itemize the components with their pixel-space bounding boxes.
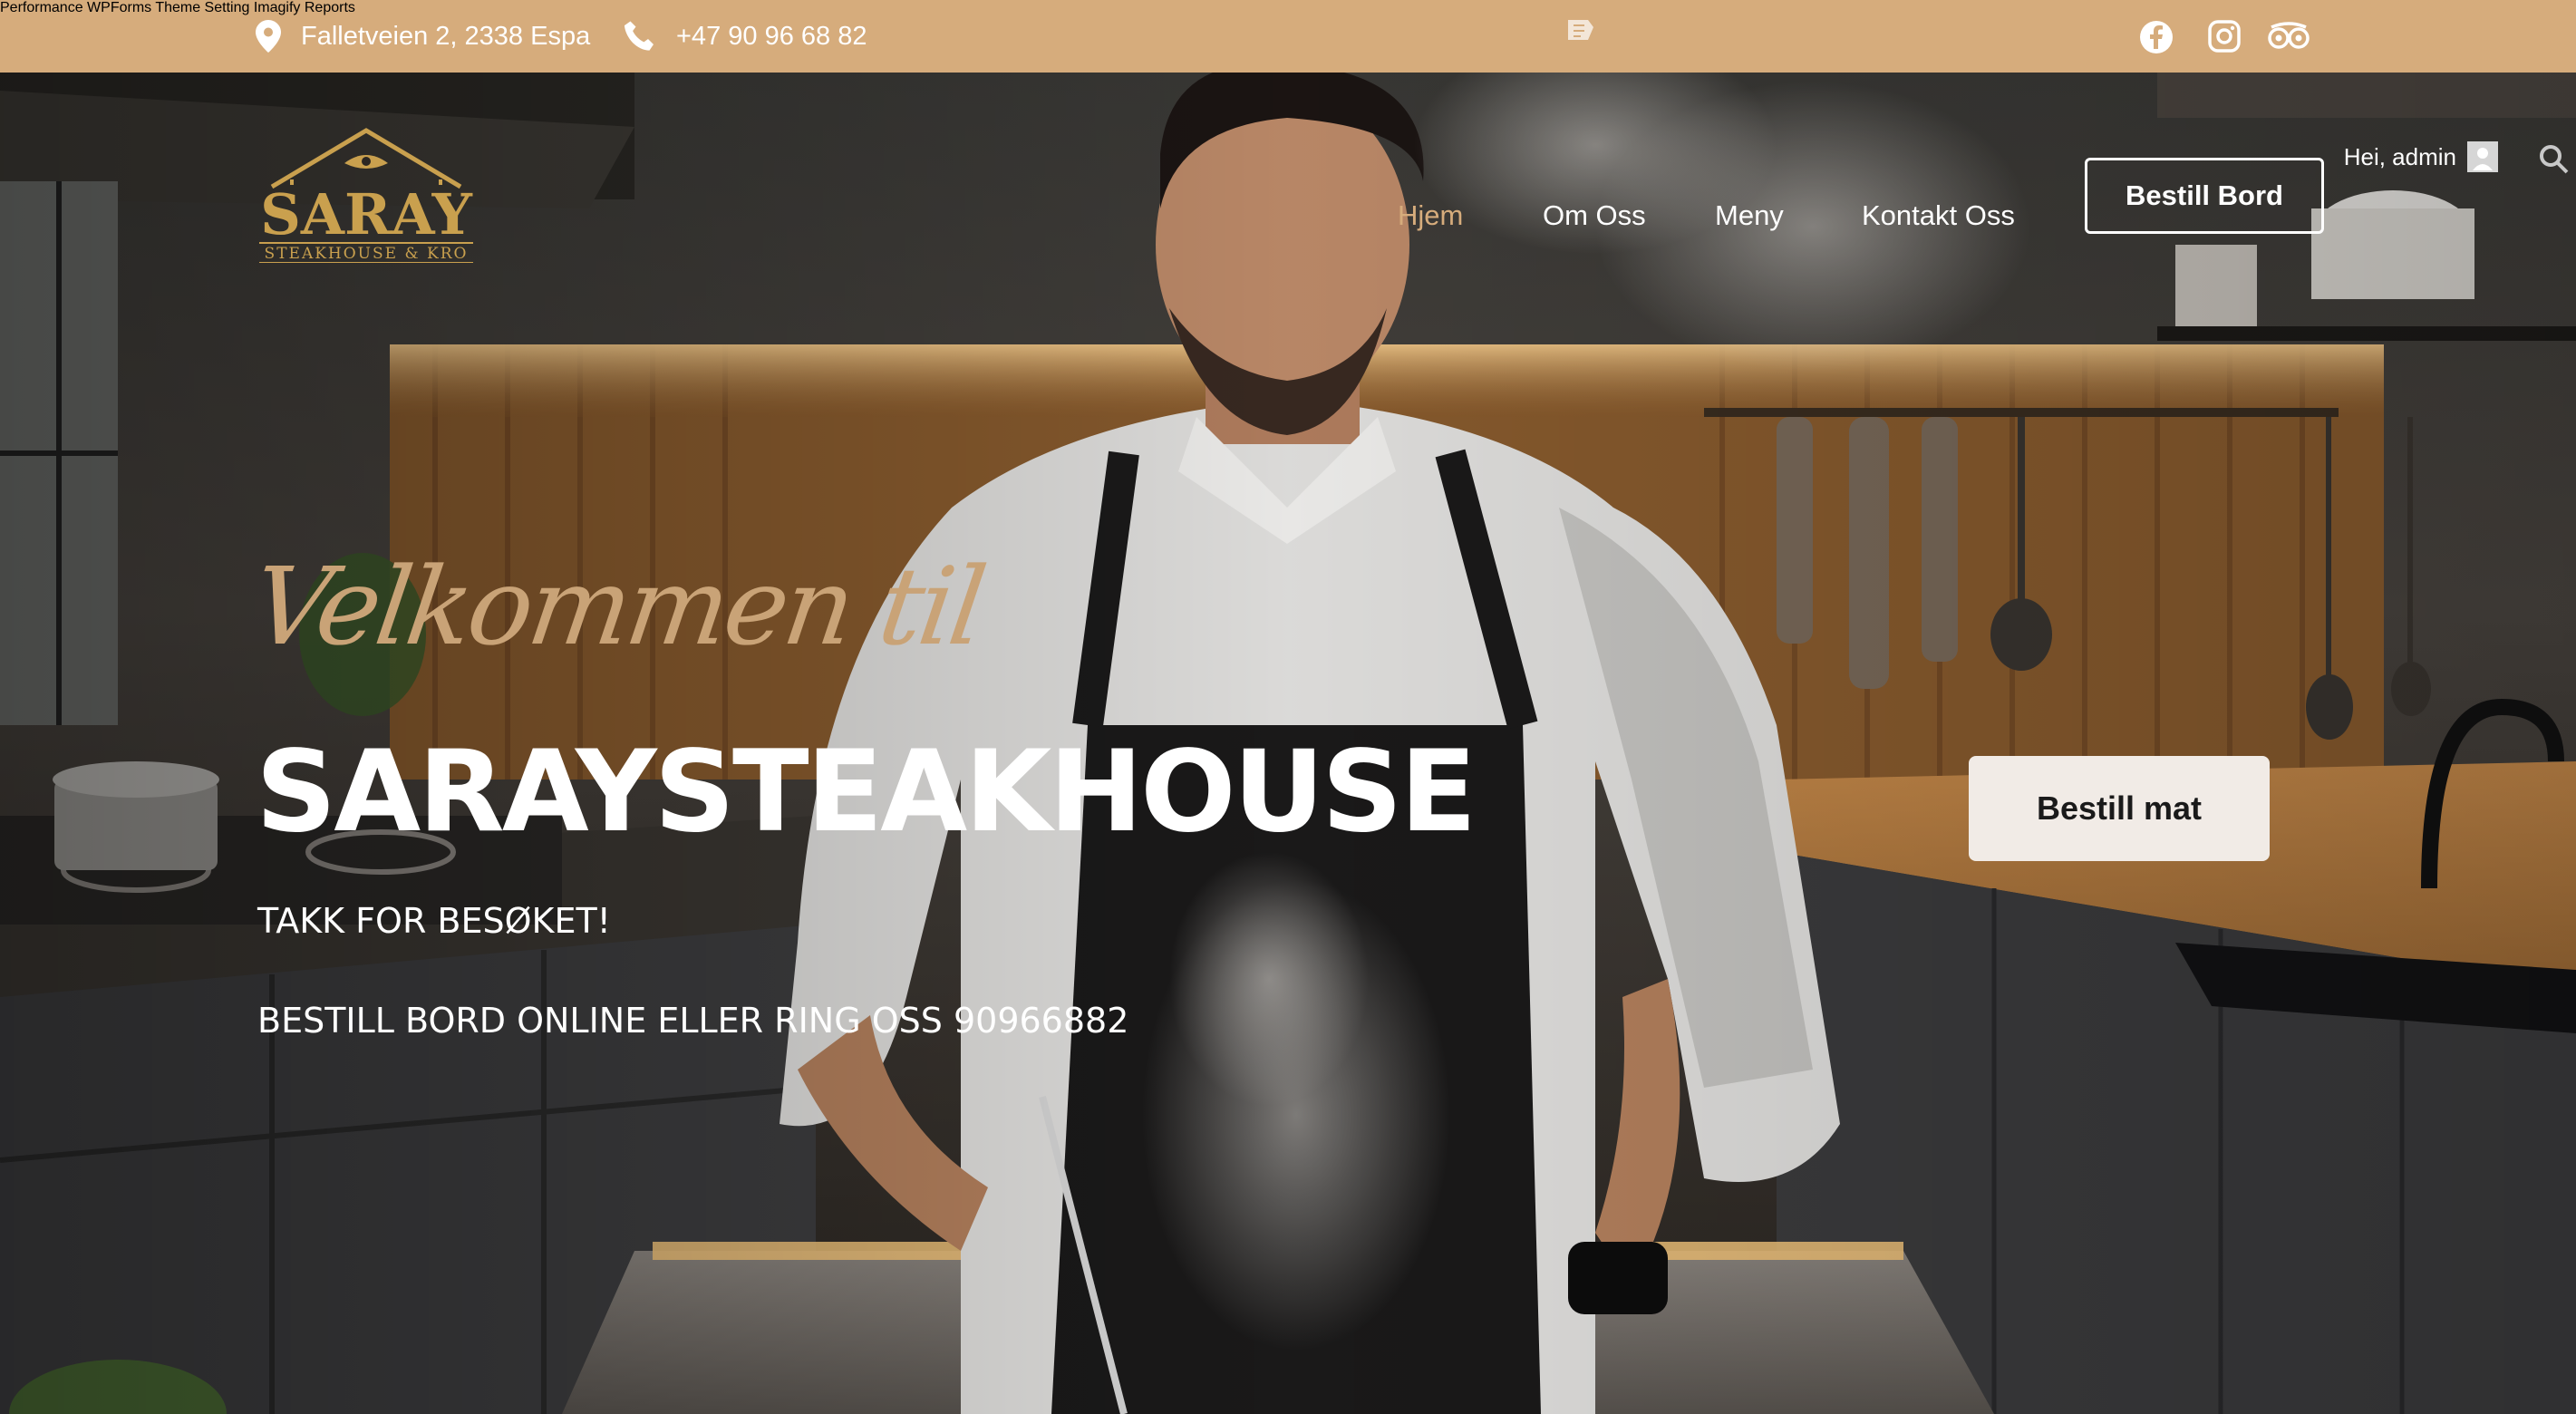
address-info: Falletveien 2, 2338 Espa (256, 0, 590, 73)
book-table-button[interactable]: Bestill Bord (2085, 158, 2324, 234)
top-contact-bar: Falletveien 2, 2338 Espa +47 90 96 68 82… (0, 0, 2576, 73)
greeting-text[interactable]: Hei, admin (2344, 143, 2456, 171)
admin-menu-wpforms[interactable]: WPForms (87, 0, 151, 15)
thanks-text: TAKK FOR BESØKET! (257, 901, 611, 941)
address-text: Falletveien 2, 2338 Espa (301, 21, 591, 51)
admin-greeting[interactable]: Hei, admin (2344, 141, 2498, 172)
user-avatar-icon (2467, 141, 2498, 172)
order-food-button[interactable]: Bestill mat (1969, 756, 2270, 861)
phone-info[interactable]: +47 90 96 68 82 (624, 0, 867, 73)
performance-icon (1568, 20, 1593, 40)
phone-icon (624, 21, 654, 51)
nav-item-om-oss[interactable]: Om Oss (1543, 179, 1646, 252)
booking-info-text: BESTILL BORD ONLINE ELLER RING OSS 90966… (257, 1001, 1129, 1041)
nav-item-hjem[interactable]: Hjem (1398, 179, 1463, 252)
nav-item-kontakt-oss[interactable]: Kontakt Oss (1862, 179, 2015, 252)
instagram-icon[interactable] (2208, 20, 2241, 53)
phone-text[interactable]: +47 90 96 68 82 (676, 22, 867, 52)
search-icon[interactable] (2538, 143, 2569, 174)
admin-menu-performance[interactable]: Performance (0, 0, 83, 15)
nav-item-meny[interactable]: Meny (1715, 179, 1784, 252)
hero-title: SARAYSTEAKHOUSE (256, 727, 1477, 857)
location-pin-icon (256, 20, 281, 53)
facebook-icon[interactable] (2139, 20, 2174, 54)
hero-section: SARAY STEAKHOUSE & KRO Hjem Om Oss Meny … (0, 73, 2576, 1414)
welcome-script-heading: Velkommen til (245, 544, 991, 669)
admin-menu-theme-setting[interactable]: Theme Setting (155, 0, 249, 15)
tripadvisor-icon[interactable] (2268, 22, 2310, 51)
